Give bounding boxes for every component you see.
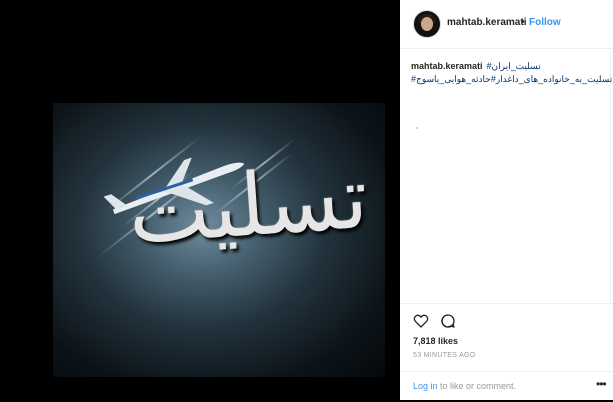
condolence-calligraphy: تسلیت bbox=[125, 147, 371, 265]
header-username[interactable]: mahtab.keramati bbox=[447, 17, 526, 28]
scrollbar[interactable] bbox=[610, 52, 611, 302]
post-side-panel: mahtab.keramati • Follow mahtab.keramati… bbox=[400, 0, 613, 400]
more-options-icon[interactable]: ••• bbox=[596, 377, 607, 391]
caption-username[interactable]: mahtab.keramati bbox=[411, 61, 483, 71]
comment-icon[interactable] bbox=[440, 313, 456, 329]
post-image[interactable]: تسلیت bbox=[0, 0, 400, 400]
follow-button[interactable]: Follow bbox=[529, 17, 561, 28]
comment-dot bbox=[416, 127, 418, 129]
caption-hashtag[interactable]: #تسلیت_ایران bbox=[487, 61, 541, 71]
login-suffix: to like or comment. bbox=[437, 381, 517, 391]
header-separator: • bbox=[521, 17, 525, 28]
post-caption: mahtab.keramati #تسلیت_ایران #تسلیت_به_خا… bbox=[411, 60, 612, 86]
post-timestamp[interactable]: 53 MINUTES AGO bbox=[413, 352, 476, 359]
login-prompt: Log in to like or comment. ••• bbox=[400, 371, 613, 402]
like-count[interactable]: 7,818 likes bbox=[413, 336, 458, 346]
post-header: mahtab.keramati • Follow bbox=[400, 0, 613, 49]
heart-icon[interactable] bbox=[413, 313, 429, 329]
condolence-artwork: تسلیت bbox=[53, 103, 385, 377]
avatar[interactable] bbox=[413, 10, 441, 38]
login-link[interactable]: Log in bbox=[413, 381, 438, 391]
post-actions: 7,818 likes 53 MINUTES AGO Log in to lik… bbox=[400, 303, 613, 401]
caption-hashtags[interactable]: #تسلیت_به_خانواده_های_داغدار#حادثه_هوایی… bbox=[411, 73, 612, 86]
